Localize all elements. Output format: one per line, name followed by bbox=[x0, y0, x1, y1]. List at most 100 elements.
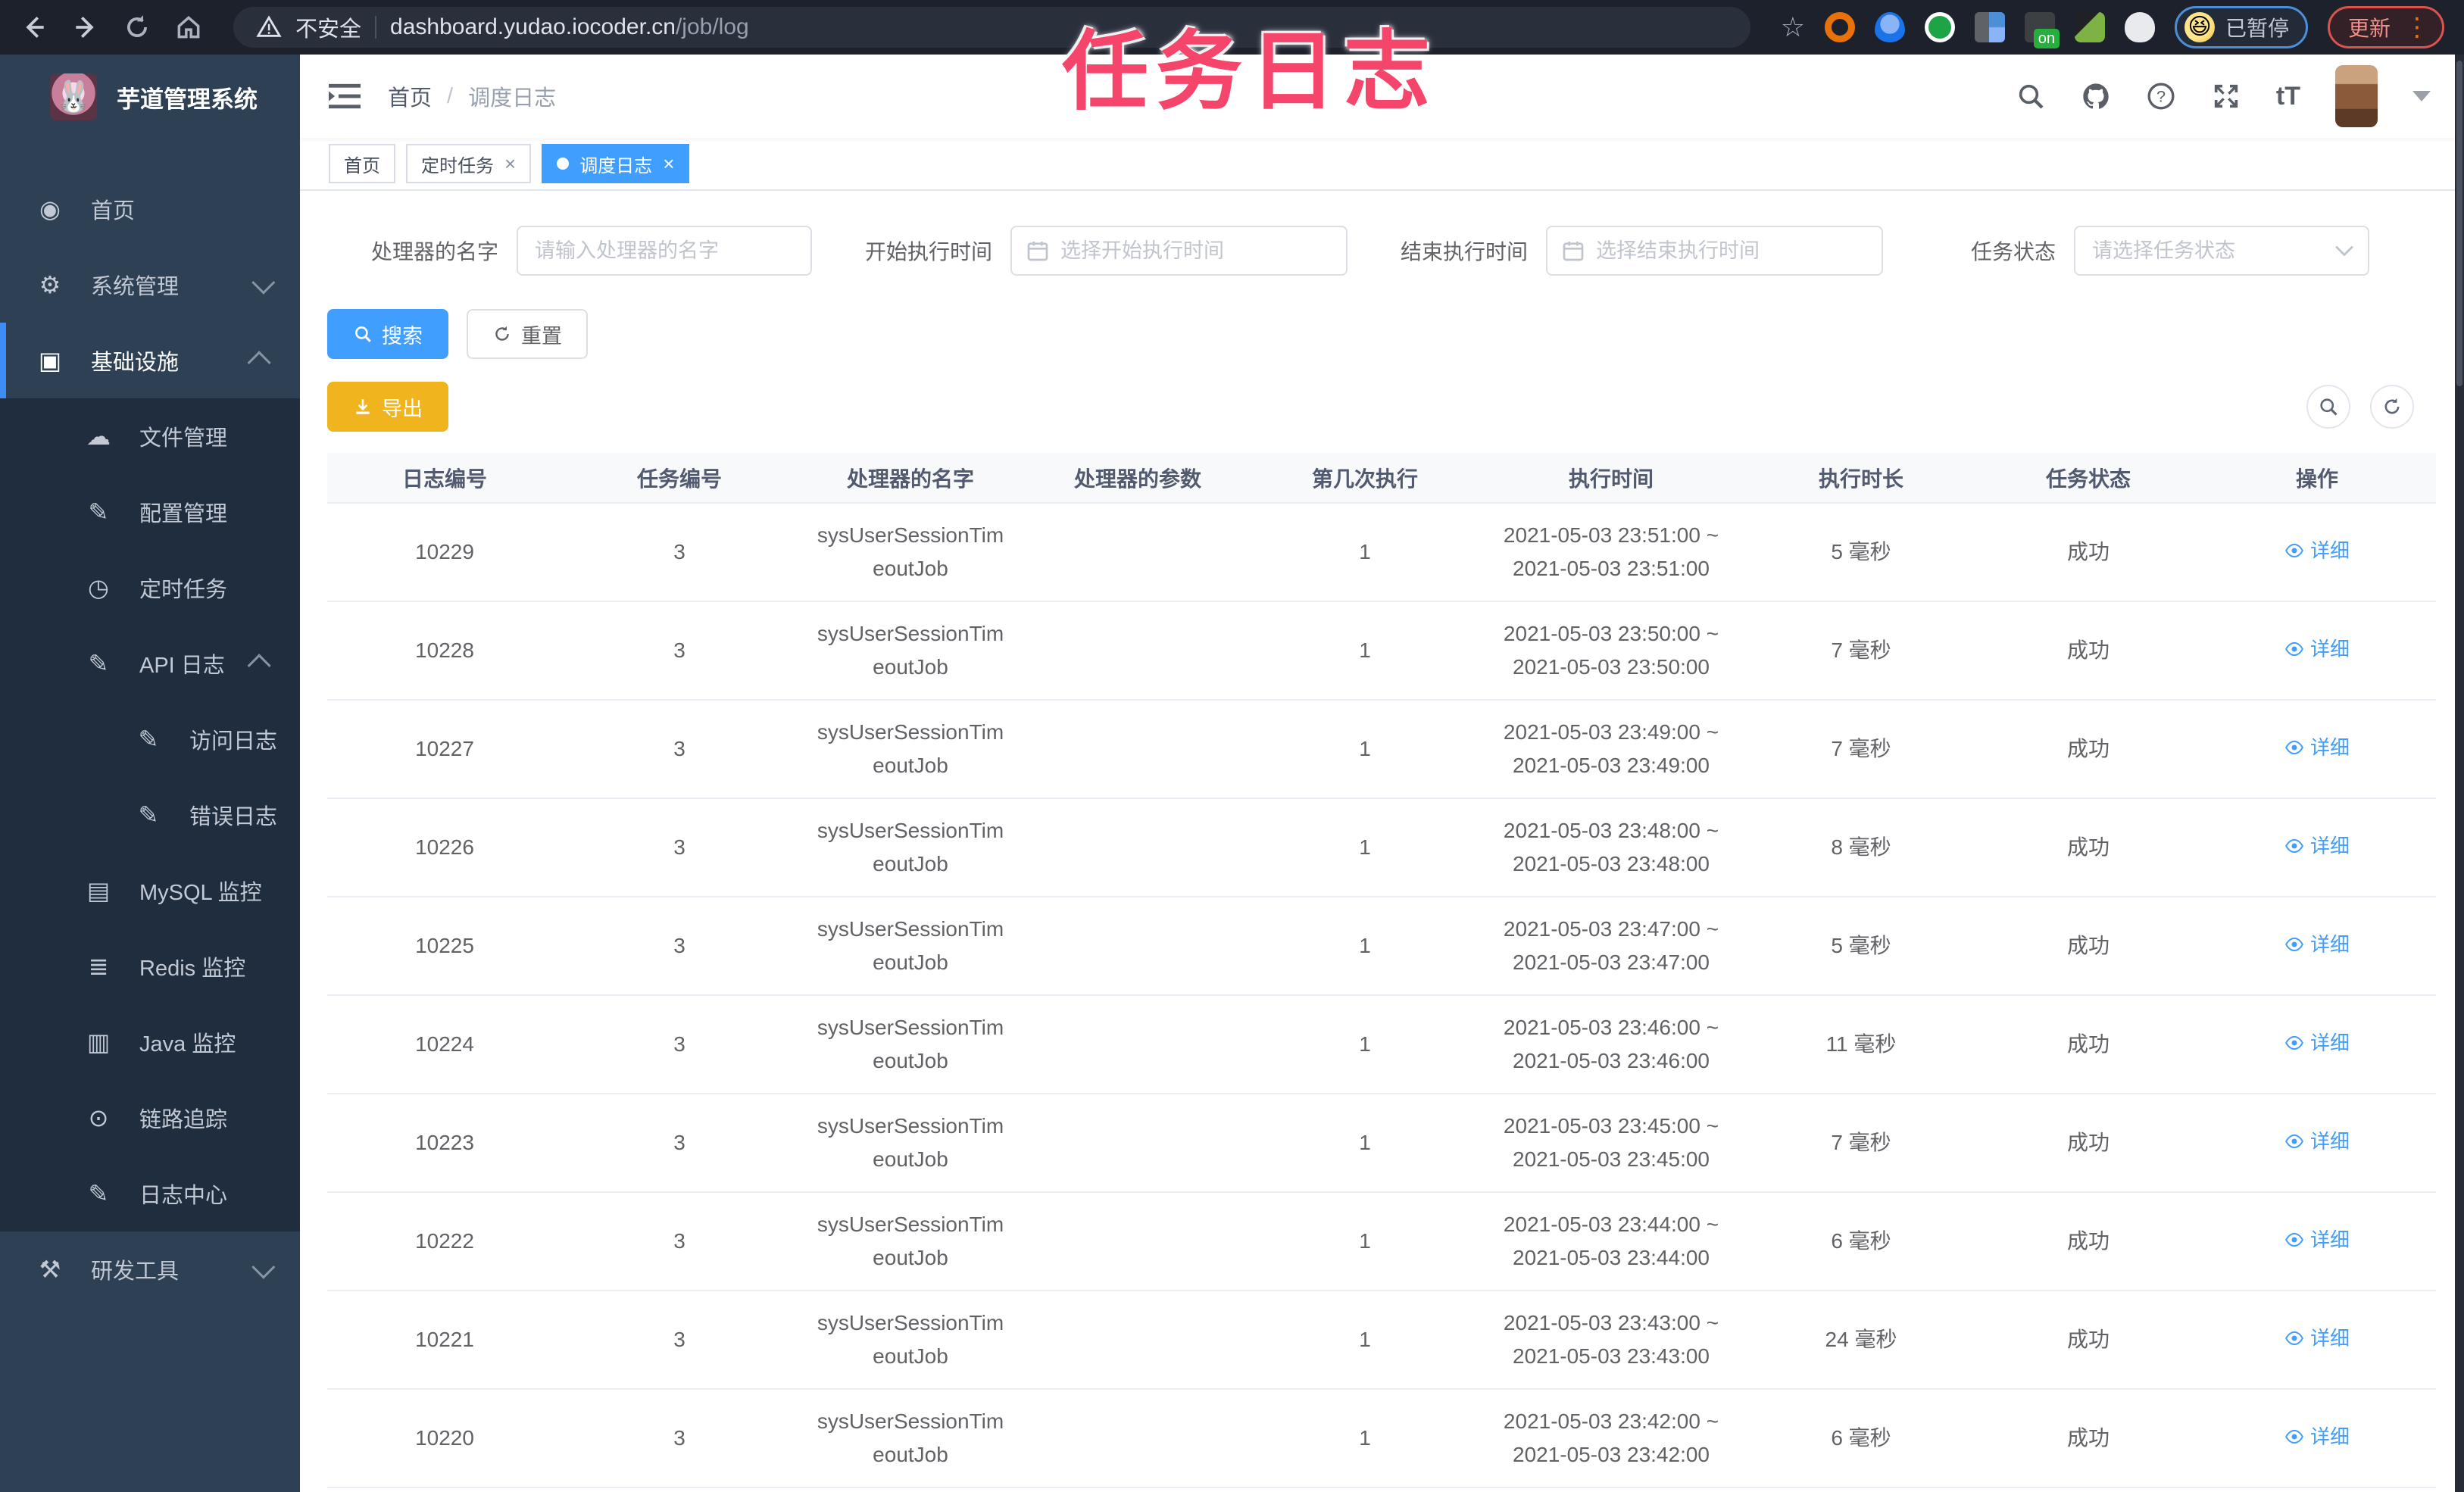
page-scrollbar[interactable] bbox=[2455, 55, 2464, 1492]
cell-handler: sysUserSessionTim eoutJob bbox=[797, 897, 1024, 996]
sidebar-item-日志中心[interactable]: ✎ 日志中心 bbox=[0, 1156, 300, 1231]
home-icon[interactable] bbox=[174, 13, 203, 42]
time-line2: 2021-05-03 23:51:00 bbox=[1513, 557, 1710, 580]
extensions-area: ☆ 已暂停 更新 ⋮ bbox=[1781, 6, 2444, 48]
detail-link[interactable]: 详细 bbox=[2284, 731, 2350, 764]
sidebar-item-Java 监控[interactable]: ▥ Java 监控 bbox=[0, 1004, 300, 1080]
hamburger-icon[interactable] bbox=[329, 83, 361, 110]
reload-icon[interactable] bbox=[123, 13, 151, 42]
extension-grid-icon[interactable] bbox=[1974, 12, 2005, 42]
cell-actions: 详细 bbox=[2198, 798, 2436, 897]
detail-link[interactable]: 详细 bbox=[2284, 1223, 2350, 1256]
address-bar[interactable]: 不安全 dashboard.yudao.iocoder.cn/job/log bbox=[233, 7, 1750, 48]
cell-log-id: 10227 bbox=[327, 700, 562, 799]
extension-paw-icon[interactable] bbox=[2124, 12, 2155, 42]
export-button[interactable]: 导出 bbox=[327, 382, 448, 432]
handler-name-input[interactable] bbox=[517, 226, 813, 276]
sidebar-item-基础设施[interactable]: ▣ 基础设施 bbox=[0, 323, 300, 398]
detail-link[interactable]: 详细 bbox=[2284, 1026, 2350, 1060]
extension-pin-icon[interactable] bbox=[1874, 12, 1905, 42]
close-icon[interactable]: × bbox=[663, 154, 674, 173]
tags-view-item-调度日志[interactable]: 调度日志 × bbox=[542, 144, 690, 183]
handler-line2: eoutJob bbox=[873, 950, 948, 974]
extension-green-icon[interactable] bbox=[1924, 12, 1955, 42]
kebab-menu-icon[interactable]: ⋮ bbox=[2404, 14, 2430, 40]
column-header: 执行时间 bbox=[1479, 453, 1744, 504]
detail-link[interactable]: 详细 bbox=[2284, 829, 2350, 863]
sidebar-item-错误日志[interactable]: ✎ 错误日志 bbox=[0, 777, 300, 853]
detail-link[interactable]: 详细 bbox=[2284, 928, 2350, 961]
cell-duration: 24 毫秒 bbox=[1744, 1291, 1978, 1390]
redis-icon: ≣ bbox=[88, 953, 109, 980]
sidebar-item-系统管理[interactable]: ⚙ 系统管理 bbox=[0, 247, 300, 323]
end-time-input[interactable] bbox=[1546, 226, 1884, 276]
security-label[interactable]: 不安全 bbox=[295, 11, 361, 43]
sidebar-item-链路追踪[interactable]: ⊙ 链路追踪 bbox=[0, 1080, 300, 1156]
cell-duration: 11 毫秒 bbox=[1744, 995, 1978, 1094]
cell-exec-index: 1 bbox=[1251, 897, 1479, 996]
scrollbar-thumb[interactable] bbox=[2456, 61, 2462, 386]
cell-exec-time: 2021-05-03 23:50:00 ~ 2021-05-03 23:50:00 bbox=[1479, 601, 1744, 701]
sidebar-item-访问日志[interactable]: ✎ 访问日志 bbox=[0, 701, 300, 777]
detail-link[interactable]: 详细 bbox=[2284, 534, 2350, 567]
sidebar-item-定时任务[interactable]: ◷ 定时任务 bbox=[0, 550, 300, 626]
cell-status: 成功 bbox=[1978, 700, 2198, 799]
avatar-caret-icon[interactable] bbox=[2412, 91, 2431, 101]
sidebar-item-配置管理[interactable]: ✎ 配置管理 bbox=[0, 474, 300, 550]
detail-link[interactable]: 详细 bbox=[2284, 1125, 2350, 1158]
back-icon[interactable] bbox=[20, 13, 48, 42]
log-icon: ✎ bbox=[88, 1180, 109, 1207]
sidebar-item-文件管理[interactable]: ☁ 文件管理 bbox=[0, 398, 300, 474]
url-text[interactable]: dashboard.yudao.iocoder.cn/job/log bbox=[390, 14, 749, 40]
search-icon[interactable] bbox=[2016, 81, 2046, 111]
extension-on-badge-icon[interactable] bbox=[2024, 12, 2060, 48]
database-icon: ▤ bbox=[86, 877, 111, 904]
user-avatar[interactable] bbox=[2335, 65, 2378, 127]
sidebar-item-label: 链路追踪 bbox=[139, 1108, 228, 1132]
refresh-icon bbox=[2384, 398, 2400, 414]
extension-ring-icon[interactable] bbox=[1824, 12, 1855, 42]
github-icon[interactable] bbox=[2081, 81, 2111, 111]
status-select[interactable] bbox=[2074, 226, 2370, 276]
handler-line1: sysUserSessionTim bbox=[817, 917, 1004, 941]
extension-leaf-icon[interactable] bbox=[2074, 12, 2105, 42]
refresh-table-button[interactable] bbox=[2370, 385, 2414, 429]
sidebar-item-Redis 监控[interactable]: ≣ Redis 监控 bbox=[0, 929, 300, 1004]
close-icon[interactable]: × bbox=[504, 154, 516, 173]
toggle-search-button[interactable] bbox=[2306, 385, 2350, 429]
sidebar-item-API 日志[interactable]: ✎ API 日志 bbox=[0, 626, 300, 701]
fullscreen-icon[interactable] bbox=[2211, 81, 2241, 111]
bookmark-star-icon[interactable]: ☆ bbox=[1781, 11, 1805, 43]
calendar-icon bbox=[1027, 242, 1048, 261]
tags-view-item-定时任务[interactable]: 定时任务 × bbox=[406, 144, 532, 183]
sidebar-item-MySQL 监控[interactable]: ▤ MySQL 监控 bbox=[0, 853, 300, 929]
start-time-input[interactable] bbox=[1010, 226, 1348, 276]
detail-link[interactable]: 详细 bbox=[2284, 1322, 2350, 1355]
time-line1: 2021-05-03 23:46:00 ~ bbox=[1503, 1016, 1719, 1039]
browser-update-button[interactable]: 更新 ⋮ bbox=[2327, 6, 2444, 48]
help-icon[interactable]: ? bbox=[2146, 81, 2176, 111]
sidebar-item-label: 访问日志 bbox=[189, 729, 278, 754]
app-logo-row[interactable]: 芋道管理系统 bbox=[0, 55, 300, 139]
handler-line1: sysUserSessionTim bbox=[817, 1114, 1004, 1138]
search-button[interactable]: 搜索 bbox=[327, 309, 448, 359]
tags-view-item-首页[interactable]: 首页 × bbox=[329, 144, 395, 183]
sidebar-item-首页[interactable]: ◉ 首页 bbox=[0, 171, 300, 247]
cell-param bbox=[1024, 700, 1251, 799]
detail-link[interactable]: 详细 bbox=[2284, 632, 2350, 666]
detail-link-label: 详细 bbox=[2309, 1130, 2350, 1153]
breadcrumb-current: 调度日志 bbox=[468, 86, 557, 111]
browser-profile-chip[interactable]: 已暂停 bbox=[2174, 6, 2308, 48]
cell-param bbox=[1024, 798, 1251, 897]
font-size-icon[interactable]: tT bbox=[2276, 82, 2300, 111]
reset-button[interactable]: 重置 bbox=[467, 309, 588, 359]
detail-link[interactable]: 详细 bbox=[2284, 1420, 2350, 1453]
forward-icon[interactable] bbox=[71, 13, 100, 42]
time-line2: 2021-05-03 23:50:00 bbox=[1513, 655, 1710, 679]
sidebar-item-研发工具[interactable]: ⚒ 研发工具 bbox=[0, 1231, 300, 1307]
table-row: 10227 3 sysUserSessionTim eoutJob 1 2021-… bbox=[327, 700, 2436, 799]
calendar-icon bbox=[1563, 242, 1584, 261]
cell-job-id: 3 bbox=[562, 1291, 797, 1390]
cell-actions: 详细 bbox=[2198, 503, 2436, 602]
breadcrumb-home[interactable]: 首页 bbox=[388, 80, 432, 112]
